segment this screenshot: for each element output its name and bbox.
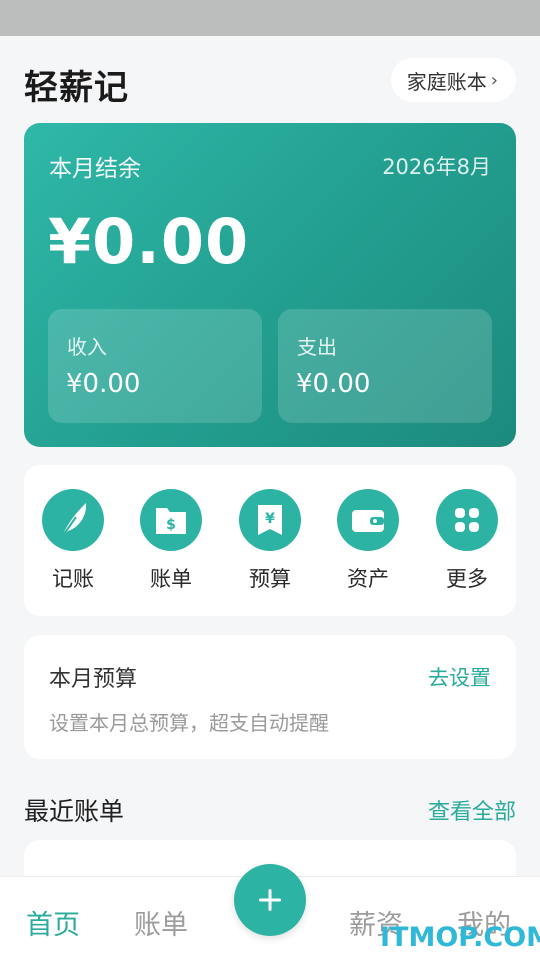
budget-settings-link[interactable]: 去设置 bbox=[428, 662, 491, 692]
watermark: ITMOP.COM bbox=[380, 922, 540, 953]
family-ledger-button[interactable]: 家庭账本 › bbox=[390, 58, 516, 102]
chevron-right-icon: › bbox=[490, 69, 498, 91]
tab-bills[interactable]: 账单 bbox=[134, 903, 188, 942]
wallet-icon bbox=[337, 489, 399, 551]
shortcut-more[interactable]: 更多 bbox=[427, 489, 507, 593]
shortcut-label: 记账 bbox=[52, 567, 94, 591]
shortcut-budget[interactable]: ¥ 预算 bbox=[230, 489, 310, 593]
shortcut-label: 账单 bbox=[150, 567, 192, 591]
feather-icon bbox=[42, 489, 104, 551]
status-bar bbox=[0, 0, 540, 36]
budget-title: 本月预算 bbox=[49, 667, 138, 692]
budget-description: 设置本月总预算，超支自动提醒 bbox=[49, 711, 329, 735]
balance-month[interactable]: 2026年8月 bbox=[382, 151, 491, 181]
plus-icon bbox=[259, 889, 281, 911]
tab-home[interactable]: 首页 bbox=[26, 903, 80, 942]
expense-box[interactable]: 支出 ¥0.00 bbox=[278, 309, 492, 423]
shortcut-assets[interactable]: 资产 bbox=[328, 489, 408, 593]
income-box[interactable]: 收入 ¥0.00 bbox=[48, 309, 262, 423]
balance-label: 本月结余 bbox=[49, 156, 141, 182]
income-value: ¥0.00 bbox=[66, 369, 141, 399]
bill-folder-icon: $ bbox=[140, 489, 202, 551]
balance-card[interactable]: 本月结余 2026年8月 ¥0.00 收入 ¥0.00 支出 ¥0.00 bbox=[24, 123, 516, 447]
svg-text:¥: ¥ bbox=[265, 511, 275, 527]
add-record-button[interactable] bbox=[234, 864, 306, 936]
budget-icon: ¥ bbox=[239, 489, 301, 551]
shortcut-bills[interactable]: $ 账单 bbox=[131, 489, 211, 593]
family-ledger-label: 家庭账本 bbox=[406, 69, 487, 94]
expense-label: 支出 bbox=[297, 335, 337, 359]
grid-icon bbox=[436, 489, 498, 551]
expense-value: ¥0.00 bbox=[296, 369, 371, 399]
shortcut-label: 资产 bbox=[347, 567, 389, 591]
income-label: 收入 bbox=[67, 335, 107, 359]
shortcut-panel: 记账 $ 账单 ¥ 预算 资产 更多 bbox=[24, 465, 516, 616]
shortcut-record[interactable]: 记账 bbox=[33, 489, 113, 593]
app-title: 轻薪记 bbox=[24, 68, 129, 108]
svg-text:$: $ bbox=[166, 517, 176, 533]
budget-card: 本月预算 去设置 设置本月总预算，超支自动提醒 bbox=[24, 635, 516, 759]
shortcut-label: 更多 bbox=[446, 567, 488, 591]
balance-amount: ¥0.00 bbox=[48, 205, 250, 278]
view-all-link[interactable]: 查看全部 bbox=[428, 794, 516, 826]
shortcut-label: 预算 bbox=[249, 567, 291, 591]
header: 轻薪记 家庭账本 › bbox=[0, 36, 540, 124]
recent-bills-title: 最近账单 bbox=[24, 797, 125, 826]
